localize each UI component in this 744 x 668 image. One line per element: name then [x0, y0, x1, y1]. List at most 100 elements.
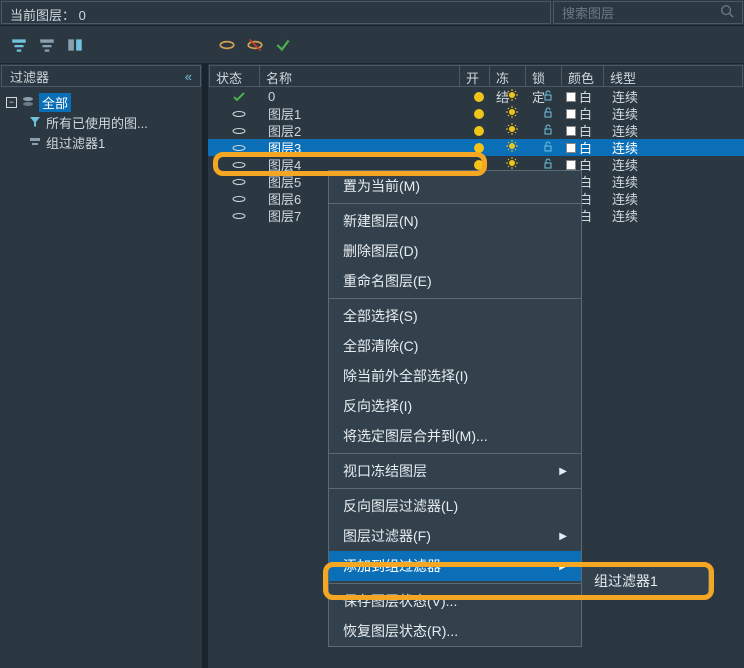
state-cell [214, 178, 264, 186]
lock-cell[interactable] [530, 123, 566, 138]
menu-item-label: 新建图层(N) [343, 211, 418, 231]
sun-icon[interactable] [506, 123, 518, 138]
search-icon[interactable] [720, 4, 734, 21]
col-on[interactable]: 开 [460, 66, 490, 86]
group-filter-icon [28, 135, 42, 149]
menu-item-label: 全部选择(S) [343, 306, 418, 326]
current-layer-label: 当前图层： [10, 8, 75, 23]
menu-item[interactable]: 重命名图层(E) [329, 266, 581, 296]
tree-item-label: 所有已使用的图... [46, 113, 148, 132]
lock-icon[interactable] [542, 123, 554, 138]
sun-icon[interactable] [506, 106, 518, 121]
submenu-arrow-icon: ▶ [559, 466, 567, 477]
tree-collapse-icon[interactable]: − [6, 97, 17, 108]
search-box[interactable]: 搜索图层 [553, 1, 743, 24]
submenu-group-filter[interactable]: 组过滤器1 [581, 566, 709, 596]
freeze-cell[interactable] [494, 106, 530, 121]
layer-row[interactable]: 图层2白连续 [208, 122, 744, 139]
lock-cell[interactable] [530, 140, 566, 155]
menu-item[interactable]: 新建图层(N) [329, 206, 581, 236]
tree-item-group1[interactable]: 组过滤器1 [2, 132, 200, 152]
collapse-icon[interactable]: « [185, 69, 192, 84]
bulb-icon[interactable] [474, 126, 484, 136]
menu-item[interactable]: 删除图层(D) [329, 236, 581, 266]
menu-item[interactable]: 视口冻结图层 ▶ [329, 456, 581, 486]
menu-item-label: 将选定图层合并到(M)... [343, 426, 488, 446]
layer-states-icon[interactable] [66, 36, 84, 54]
freeze-cell[interactable] [494, 123, 530, 138]
col-freeze[interactable]: 冻结 [490, 66, 526, 86]
name-cell[interactable]: 0 [264, 89, 464, 104]
delete-layer-icon[interactable] [246, 36, 264, 54]
menu-separator [329, 298, 581, 299]
menu-item[interactable]: 图层过滤器(F)▶ [329, 521, 581, 551]
lock-icon[interactable] [542, 106, 554, 121]
color-swatch [566, 160, 576, 170]
color-swatch [566, 109, 576, 119]
on-cell[interactable] [464, 160, 494, 170]
bulb-icon[interactable] [474, 92, 484, 102]
menu-item-label: 除当前外全部选择(I) [343, 366, 468, 386]
menu-item[interactable]: 除当前外全部选择(I) [329, 361, 581, 391]
state-cell [214, 212, 264, 220]
col-color[interactable]: 颜色 [562, 66, 604, 86]
tree-item-label: 组过滤器1 [46, 133, 105, 152]
lock-icon[interactable] [542, 89, 554, 104]
col-lock[interactable]: 锁定 [526, 66, 562, 86]
menu-item[interactable]: 添加到组过滤器▶ [329, 551, 581, 581]
on-cell[interactable] [464, 109, 494, 119]
layer-row[interactable]: 图层3白连续 [208, 139, 744, 156]
menu-item-label: 视口冻结图层 [343, 461, 427, 481]
bulb-icon[interactable] [474, 143, 484, 153]
lock-icon[interactable] [542, 140, 554, 155]
menu-item[interactable]: 恢复图层状态(R)... [329, 616, 581, 646]
menu-item[interactable]: 反向图层过滤器(L) [329, 491, 581, 521]
new-property-filter-icon[interactable] [10, 36, 28, 54]
menu-item-label: 反向选择(I) [343, 396, 412, 416]
layer-row[interactable]: 图层1白连续 [208, 105, 744, 122]
sun-icon[interactable] [506, 140, 518, 155]
linetype-cell[interactable]: 连续 [608, 206, 688, 225]
sun-icon[interactable] [506, 89, 518, 104]
menu-separator [329, 203, 581, 204]
column-headers: 状态 名称 开 冻结 锁定 颜色 线型 [209, 65, 743, 87]
menu-separator [329, 583, 581, 584]
new-layer-icon[interactable] [218, 36, 236, 54]
new-group-filter-icon[interactable] [38, 36, 56, 54]
tree-item-used[interactable]: 所有已使用的图... [2, 112, 200, 132]
filter-title: 过滤器 [10, 67, 49, 86]
submenu-label: 组过滤器1 [594, 571, 658, 591]
on-cell[interactable] [464, 143, 494, 153]
menu-item[interactable]: 反向选择(I) [329, 391, 581, 421]
lock-cell[interactable] [530, 89, 566, 104]
freeze-cell[interactable] [494, 89, 530, 104]
menu-item[interactable]: 全部清除(C) [329, 331, 581, 361]
toolbar [0, 26, 744, 64]
menu-item[interactable]: 全部选择(S) [329, 301, 581, 331]
menu-item[interactable]: 将选定图层合并到(M)... [329, 421, 581, 451]
filter-tree: − 全部 所有已使用的图... 组过滤器1 [0, 88, 202, 156]
set-current-icon[interactable] [274, 36, 292, 54]
col-linetype[interactable]: 线型 [604, 66, 684, 86]
menu-item-label: 恢复图层状态(R)... [343, 621, 458, 641]
color-swatch [566, 143, 576, 153]
bulb-icon[interactable] [474, 109, 484, 119]
bulb-icon[interactable] [474, 160, 484, 170]
filter-stack-icon [21, 95, 35, 109]
state-cell [214, 92, 264, 102]
menu-item[interactable]: 置为当前(M) [329, 171, 581, 201]
tree-root-label: 全部 [39, 93, 71, 112]
lock-cell[interactable] [530, 106, 566, 121]
filter-header[interactable]: 过滤器 « [1, 65, 201, 87]
on-cell[interactable] [464, 92, 494, 102]
tree-root-all[interactable]: − 全部 [2, 92, 200, 112]
col-name[interactable]: 名称 [260, 66, 460, 86]
layer-row[interactable]: 0白连续 [208, 88, 744, 105]
state-cell [214, 161, 264, 169]
filter-funnel-icon [28, 115, 42, 129]
menu-item[interactable]: 保存图层状态(V)... [329, 586, 581, 616]
freeze-cell[interactable] [494, 140, 530, 155]
on-cell[interactable] [464, 126, 494, 136]
col-state[interactable]: 状态 [210, 66, 260, 86]
color-swatch [566, 92, 576, 102]
